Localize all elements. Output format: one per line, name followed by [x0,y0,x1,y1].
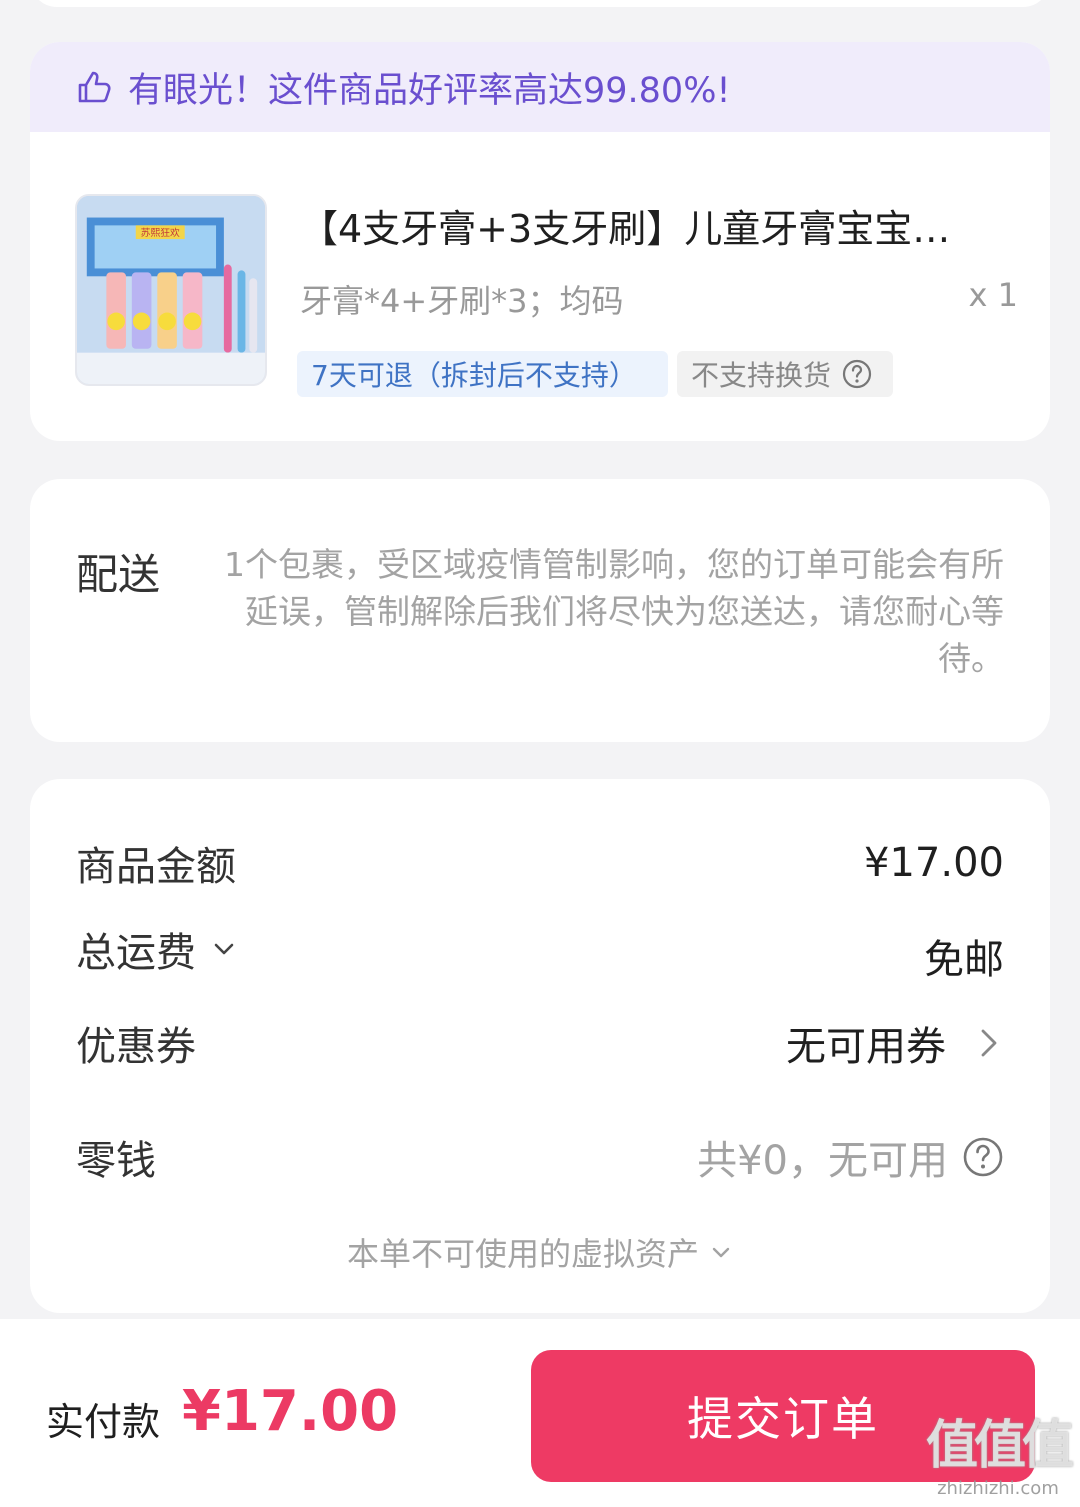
order-confirm-page: 有眼光！这件商品好评率高达99.80%! 苏熙狂欢 【4支牙膏+3支牙刷】儿童牙… [0,0,1080,1507]
shipping-label: 总运费 [76,930,196,976]
exchange-policy-text: 不支持换货 [691,359,832,392]
product-image[interactable]: 苏熙狂欢 [75,194,267,386]
return-policy-text: 7天可退（拆封后不支持） [311,359,637,392]
exchange-policy-tag[interactable]: 不支持换货 [677,351,893,397]
question-icon[interactable] [962,1136,1004,1178]
change-value-group: 共¥0，无可用 [697,1128,1004,1186]
change-balance-row: 零钱 共¥0，无可用 [76,1129,1004,1185]
watermark: 值值值 zhizhizhi.com [925,1403,1074,1499]
return-policy-tag: 7天可退（拆封后不支持） [297,351,668,397]
virtual-assets-label: 本单不可使用的虚拟资产 [346,1235,699,1273]
delivery-card: 配送 1个包裹，受区域疫情管制影响，您的订单可能会有所延误，管制解除后我们将尽快… [30,479,1050,742]
previous-card-edge [30,0,1050,7]
price-summary-card: 商品金额 ¥17.00 总运费 免邮 优惠券 无可用券 零钱 共¥0，无可用 本… [30,779,1050,1313]
change-value: 共¥0，无可用 [697,1138,948,1184]
delivery-label: 配送 [76,550,161,599]
shipping-row[interactable]: 总运费 免邮 [76,920,1004,983]
coupon-value-group[interactable]: 无可用券 [786,1014,1004,1072]
shipping-value: 免邮 [924,937,1004,983]
goods-amount-value: ¥17.00 [864,840,1004,886]
watermark-logo: 值值值 [925,1416,1074,1476]
product-spec: 牙膏*4+牙刷*3；均码 [300,282,624,320]
goods-amount-row: 商品金额 ¥17.00 [76,835,1004,891]
coupon-label: 优惠券 [76,1024,196,1070]
virtual-assets-toggle[interactable]: 本单不可使用的虚拟资产 [30,1229,1050,1275]
coupon-row[interactable]: 优惠券 无可用券 [76,1015,1004,1071]
chevron-down-icon[interactable] [210,935,238,963]
praise-banner: 有眼光！这件商品好评率高达99.80%! [30,42,1050,132]
pay-amount: ¥17.00 [182,1379,399,1444]
product-item[interactable]: 苏熙狂欢 【4支牙膏+3支牙刷】儿童牙膏宝宝… 牙膏*4+牙刷*3；均码 x 1… [30,132,1050,441]
product-card: 有眼光！这件商品好评率高达99.80%! 苏熙狂欢 【4支牙膏+3支牙刷】儿童牙… [30,42,1050,441]
checkout-bar: 实付款 ¥17.00 提交订单 值值值 zhizhizhi.com [0,1319,1080,1507]
goods-amount-label: 商品金额 [76,844,236,890]
product-quantity: x 1 [968,276,1018,314]
delivery-notice: 1个包裹，受区域疫情管制影响，您的订单可能会有所延误，管制解除后我们将尽快为您送… [224,545,1004,678]
product-image-caption: 苏熙狂欢 [141,226,180,239]
pay-label: 实付款 [46,1400,161,1444]
thumbs-up-icon [74,67,114,107]
watermark-url: zhizhizhi.com [937,1478,1059,1499]
chevron-down-icon[interactable] [709,1240,733,1264]
product-title[interactable]: 【4支牙膏+3支牙刷】儿童牙膏宝宝… [300,198,1020,253]
shipping-label-group[interactable]: 总运费 [76,920,238,978]
chevron-right-icon[interactable] [974,1023,1004,1063]
praise-text: 有眼光！这件商品好评率高达99.80%! [128,70,731,111]
change-label: 零钱 [76,1138,156,1184]
coupon-value: 无可用券 [786,1024,946,1070]
question-icon[interactable] [841,358,873,390]
